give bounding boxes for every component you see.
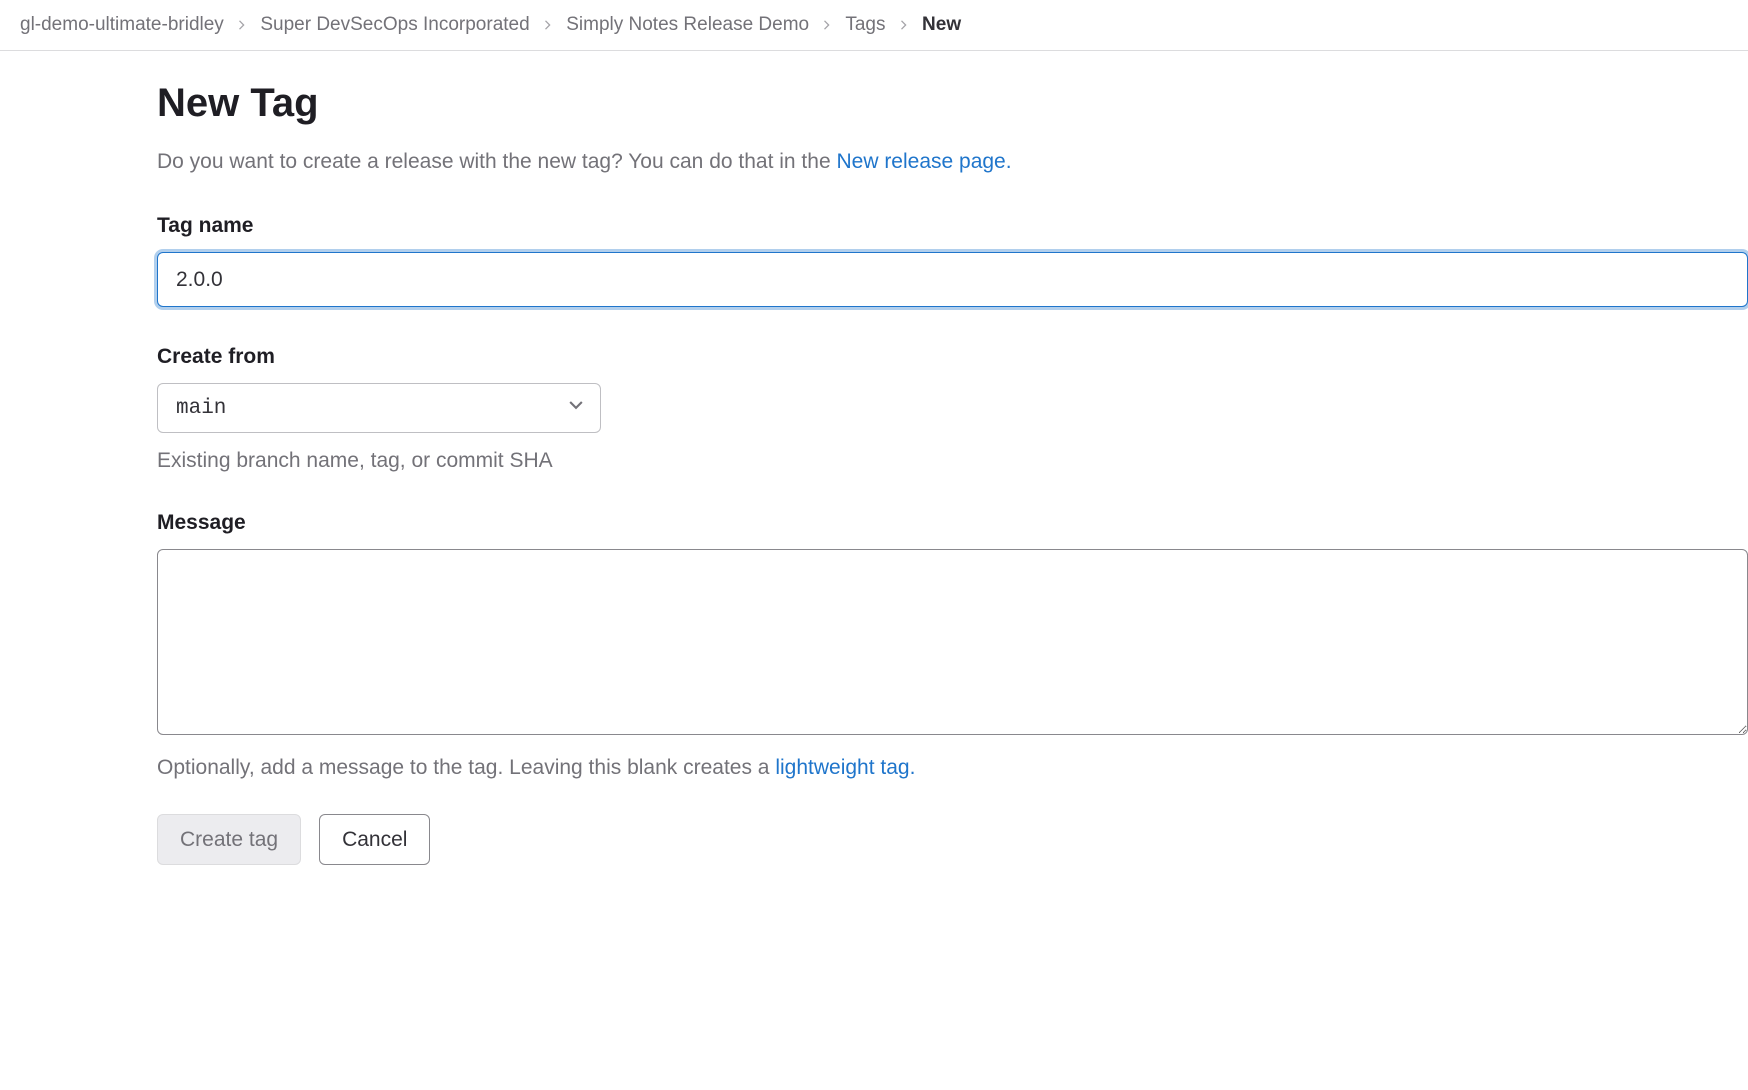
cancel-button[interactable]: Cancel bbox=[319, 814, 430, 865]
breadcrumb-item-3[interactable]: Tags bbox=[845, 14, 885, 35]
create-tag-button[interactable]: Create tag bbox=[157, 814, 301, 865]
button-row: Create tag Cancel bbox=[157, 814, 1748, 865]
create-from-label: Create from bbox=[157, 345, 1748, 369]
message-group: Message Optionally, add a message to the… bbox=[157, 511, 1748, 780]
branch-select-wrapper: main bbox=[157, 383, 601, 433]
new-release-link[interactable]: New release page. bbox=[836, 150, 1011, 173]
intro-text: Do you want to create a release with the… bbox=[157, 150, 1748, 174]
intro-text-content: Do you want to create a release with the… bbox=[157, 150, 836, 173]
chevron-right-icon bbox=[899, 17, 909, 33]
message-textarea[interactable] bbox=[157, 549, 1748, 735]
breadcrumb-item-1[interactable]: Super DevSecOps Incorporated bbox=[260, 14, 529, 35]
message-help: Optionally, add a message to the tag. Le… bbox=[157, 756, 1748, 780]
create-from-help: Existing branch name, tag, or commit SHA bbox=[157, 449, 1748, 473]
breadcrumb-item-0[interactable]: gl-demo-ultimate-bridley bbox=[20, 14, 224, 35]
page-title: New Tag bbox=[157, 81, 1748, 126]
chevron-right-icon bbox=[237, 17, 247, 33]
main-content: New Tag Do you want to create a release … bbox=[0, 51, 1748, 865]
breadcrumb-current: New bbox=[922, 14, 961, 35]
message-help-text: Optionally, add a message to the tag. Le… bbox=[157, 756, 775, 779]
create-from-select[interactable]: main bbox=[157, 383, 601, 433]
create-from-group: Create from main Existing branch name, t… bbox=[157, 345, 1748, 473]
tag-name-group: Tag name bbox=[157, 214, 1748, 307]
breadcrumb-item-2[interactable]: Simply Notes Release Demo bbox=[566, 14, 809, 35]
breadcrumb: gl-demo-ultimate-bridley Super DevSecOps… bbox=[0, 0, 1748, 51]
lightweight-tag-link[interactable]: lightweight tag. bbox=[775, 756, 915, 779]
chevron-right-icon bbox=[543, 17, 553, 33]
chevron-right-icon bbox=[822, 17, 832, 33]
tag-name-label: Tag name bbox=[157, 214, 1748, 238]
tag-name-input[interactable] bbox=[157, 252, 1748, 307]
message-label: Message bbox=[157, 511, 1748, 535]
